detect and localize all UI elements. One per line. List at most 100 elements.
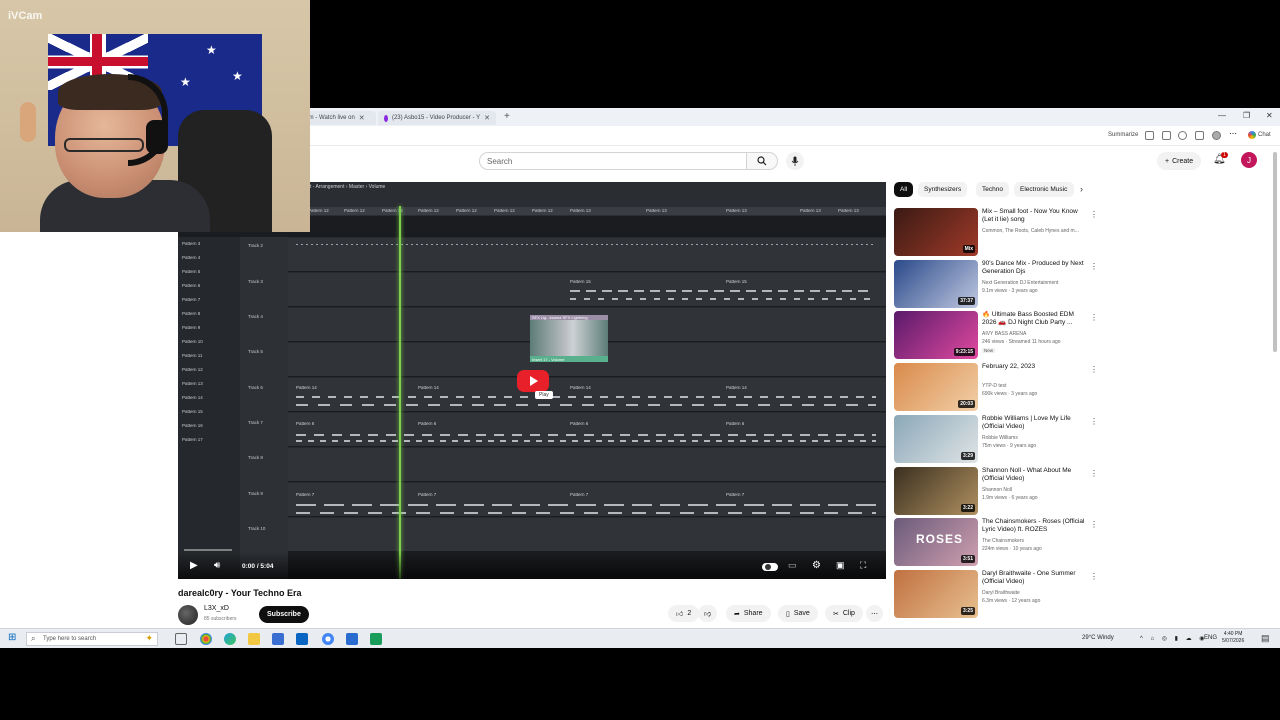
fullscreen-icon[interactable]: ⛶ <box>860 560 866 571</box>
pattern-list-item[interactable]: Pattern 13 <box>182 381 203 386</box>
new-tab-icon[interactable]: + <box>504 111 510 122</box>
video-thumbnail[interactable]: 3:25 <box>894 570 978 618</box>
recommendation-channel[interactable]: The Chainsmokers <box>982 538 1092 544</box>
more-vert-icon[interactable]: ⋮ <box>1090 313 1098 322</box>
video-thumbnail[interactable]: Mix <box>894 208 978 256</box>
pattern-list-item[interactable]: Pattern 7 <box>182 297 200 302</box>
pattern-list-item[interactable]: Pattern 9 <box>182 325 200 330</box>
playhead-marker[interactable] <box>399 206 401 579</box>
video-thumbnail[interactable]: 20:03 <box>894 363 978 411</box>
search-button[interactable] <box>746 152 778 170</box>
recommendation-title[interactable]: Mix – Small foot - Now You Know (Let it … <box>982 208 1086 224</box>
big-play-button[interactable] <box>517 370 549 392</box>
chip-synthesizers[interactable]: Synthesizers <box>918 182 968 197</box>
more-vert-icon[interactable]: ⋮ <box>1090 210 1098 219</box>
more-vert-icon[interactable]: ⋮ <box>1090 572 1098 581</box>
video-thumbnail[interactable]: 37:37 <box>894 260 978 308</box>
recommendation-channel[interactable]: AIVY BASS ARENA <box>982 331 1092 337</box>
close-icon[interactable]: ✕ <box>359 114 365 122</box>
video-player[interactable]: t - Arrangement › Master › Volume Patter… <box>178 182 886 579</box>
recommendation-title[interactable]: Robbie Williams | Love My Life (Official… <box>982 415 1086 431</box>
clip-button[interactable]: ✂ Clip <box>825 605 863 622</box>
more-vert-icon[interactable]: ⋮ <box>1090 262 1098 271</box>
chip-techno[interactable]: Techno <box>976 182 1009 197</box>
recommendation-item[interactable]: 3:25 Daryl Braithwaite - One Summer (Offi… <box>894 570 1104 618</box>
mail-icon[interactable] <box>296 633 308 645</box>
recommendation-channel[interactable]: YTP-D test <box>982 383 1092 389</box>
summarize-button[interactable]: Summarize <box>1108 132 1138 138</box>
video-thumbnail[interactable]: 3:29 <box>894 415 978 463</box>
more-vert-icon[interactable]: ⋮ <box>1090 520 1098 529</box>
pattern-list-item[interactable]: Pattern 6 <box>182 283 200 288</box>
store-icon[interactable] <box>272 633 284 645</box>
split-view-icon[interactable] <box>1162 131 1171 140</box>
recommendation-title[interactable]: 90's Dance Mix - Produced by Next Genera… <box>982 260 1086 276</box>
pattern-list-item[interactable]: Pattern 11 <box>182 353 202 358</box>
account-avatar[interactable]: J <box>1241 152 1257 168</box>
search-input[interactable]: Search <box>479 152 747 170</box>
star-icon[interactable] <box>1178 131 1187 140</box>
more-actions-button[interactable]: ⋯ <box>866 605 883 622</box>
video-thumbnail[interactable]: 9:23:15 <box>894 311 978 359</box>
video-thumbnail[interactable]: 3:22 <box>894 467 978 515</box>
taskbar-search-input[interactable]: ⌕ Type here to search ✦ <box>26 632 158 646</box>
system-clock[interactable]: 4:40 PM 5/07/2026 <box>1222 631 1244 645</box>
channel-name[interactable]: L3X_xD <box>204 605 229 612</box>
extensions-icon[interactable] <box>1195 131 1204 140</box>
more-vert-icon[interactable]: ⋮ <box>1090 365 1098 374</box>
recommendation-item[interactable]: 3:29 Robbie Williams | Love My Life (Offi… <box>894 415 1104 463</box>
language-indicator[interactable]: ENG <box>1204 635 1217 641</box>
subtitles-icon[interactable]: ▭ <box>788 560 797 571</box>
more-vert-icon[interactable]: ⋮ <box>1090 469 1098 478</box>
recommendation-title[interactable]: 🔥 Ultimate Bass Boosted EDM 2026 🚗 DJ Ni… <box>982 311 1086 327</box>
close-window-icon[interactable]: ✕ <box>1266 111 1273 120</box>
recommendation-item[interactable]: 3:22 Shannon Noll - What About Me (Offici… <box>894 467 1104 515</box>
recommendation-item[interactable]: 9:23:15 🔥 Ultimate Bass Boosted EDM 2026 … <box>894 311 1104 359</box>
weather-widget[interactable]: 29°C Windy <box>1082 635 1114 641</box>
close-icon[interactable]: ✕ <box>484 114 490 122</box>
notification-center-icon[interactable]: ▤ <box>1261 633 1270 644</box>
chrome-profile-icon[interactable] <box>322 633 334 645</box>
settings-icon[interactable]: ⚙ <box>812 560 821 571</box>
voice-search-button[interactable] <box>786 152 804 170</box>
recommendation-title[interactable]: February 22, 2023 <box>982 363 1086 371</box>
minimize-icon[interactable]: — <box>1218 111 1226 120</box>
pattern-list-item[interactable]: Pattern 16 <box>182 423 203 428</box>
pattern-list-item[interactable]: Pattern 14 <box>182 395 203 400</box>
recommendation-item[interactable]: 37:37 90's Dance Mix - Produced by Next G… <box>894 260 1104 308</box>
page-icon[interactable] <box>1145 131 1154 140</box>
like-button[interactable]: 👍︎ 2 <box>668 605 700 622</box>
share-button[interactable]: ➦ Share <box>726 605 771 622</box>
edge-icon[interactable] <box>224 633 236 645</box>
play-icon[interactable]: ▶ <box>190 560 198 571</box>
theater-mode-icon[interactable]: ▣ <box>836 560 845 571</box>
fl-studio-icon[interactable] <box>370 633 382 645</box>
pattern-list-item[interactable]: Pattern 8 <box>182 311 200 316</box>
chip-all[interactable]: All <box>894 182 914 197</box>
profile-icon[interactable] <box>1212 131 1221 140</box>
video-thumbnail[interactable]: ROSES 3:51 <box>894 518 978 566</box>
recommendation-channel[interactable]: Next Generation DJ Entertainment <box>982 280 1092 286</box>
subscribe-button[interactable]: Subscribe <box>259 606 309 623</box>
pattern-list-item[interactable]: Pattern 15 <box>182 409 203 414</box>
more-vert-icon[interactable]: ⋮ <box>1090 417 1098 426</box>
recommendation-channel[interactable]: Daryl Braithwaite <box>982 590 1092 596</box>
recommendation-item[interactable]: 20:03 February 22, 2023 YTP-D test 690k vie… <box>894 363 1104 411</box>
scrollbar[interactable] <box>1273 152 1277 352</box>
pattern-list-item[interactable]: Pattern 3 <box>182 241 200 246</box>
tab-video-producer[interactable]: (23) Asbo15 - Video Producer - Y ✕ <box>378 111 496 125</box>
chrome-icon[interactable] <box>200 633 212 645</box>
file-explorer-icon[interactable] <box>248 633 260 645</box>
recommendation-title[interactable]: Shannon Noll - What About Me (Official V… <box>982 467 1086 483</box>
windows-start-icon[interactable]: ⊞ <box>8 632 16 643</box>
tray-icons[interactable]: ^ ⌂ ◎ ▮ ☁ ◉ <box>1140 635 1208 642</box>
task-view-icon[interactable] <box>175 633 187 645</box>
volume-icon[interactable]: 🔊︎ <box>214 560 220 571</box>
pattern-list-item[interactable]: Pattern 5 <box>182 269 200 274</box>
recommendation-title[interactable]: Daryl Braithwaite - One Summer (Official… <box>982 570 1086 586</box>
app-icon[interactable] <box>346 633 358 645</box>
recommendation-channel[interactable]: Robbie Williams <box>982 435 1092 441</box>
restore-icon[interactable]: ❐ <box>1243 111 1250 120</box>
pattern-list-item[interactable]: Pattern 4 <box>182 255 200 260</box>
chip-electronic-music[interactable]: Electronic Music <box>1014 182 1074 197</box>
